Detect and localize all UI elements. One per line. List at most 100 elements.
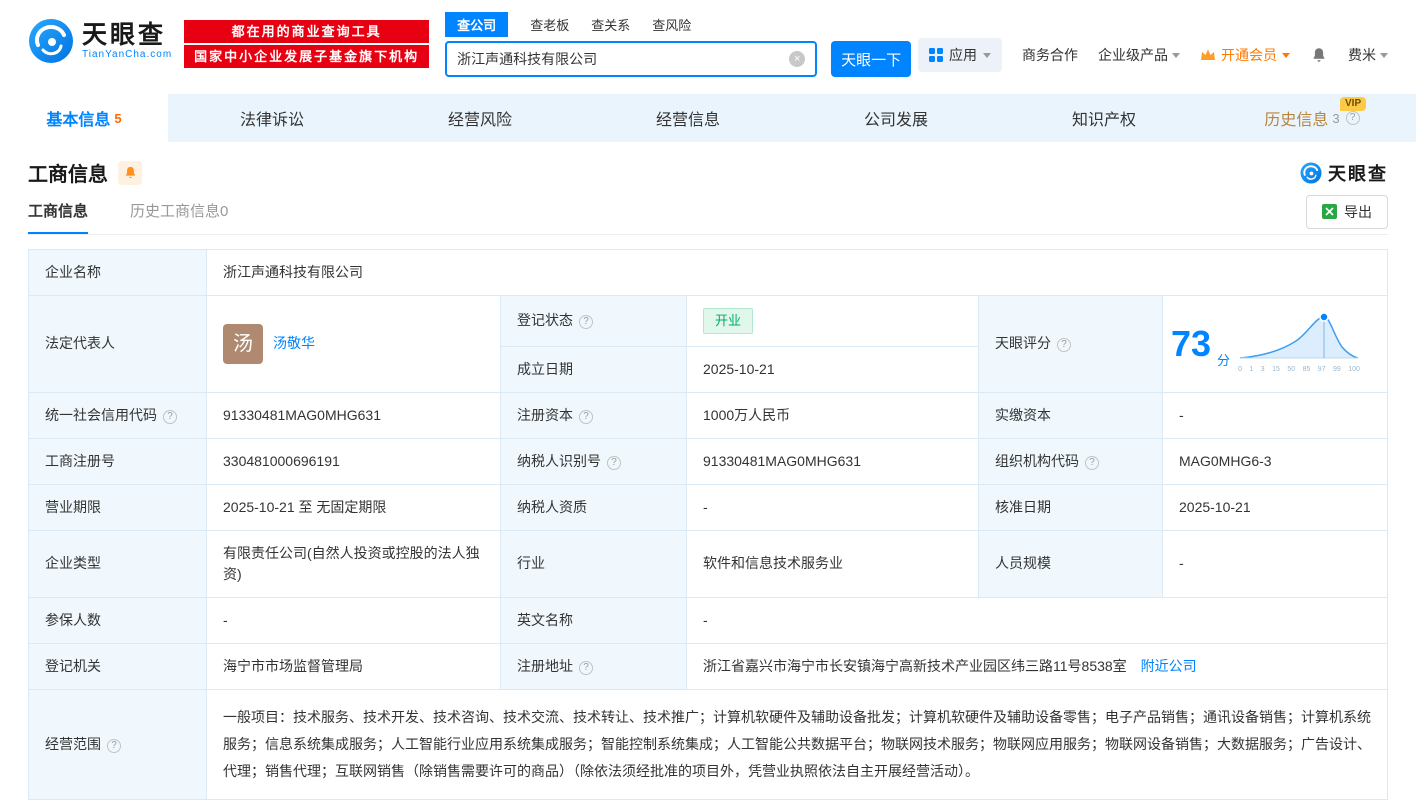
- insured-count-value: -: [207, 597, 501, 643]
- company-type-value: 有限责任公司(自然人投资或控股的法人独资): [207, 530, 501, 597]
- table-row: 企业类型 有限责任公司(自然人投资或控股的法人独资) 行业 软件和信息技术服务业…: [29, 530, 1388, 597]
- status-badge: 开业: [703, 308, 753, 334]
- export-button[interactable]: 导出: [1306, 195, 1388, 229]
- tab-intellectual-property-label: 知识产权: [1072, 106, 1136, 130]
- brand-name: 天眼查: [82, 22, 172, 49]
- search-tab-company[interactable]: 查公司: [445, 12, 508, 37]
- help-icon[interactable]: ?: [579, 661, 593, 675]
- open-vip-menu[interactable]: 开通会员: [1200, 45, 1290, 65]
- notifications-button[interactable]: [1310, 46, 1328, 64]
- table-row: 工商注册号 330481000696191 纳税人识别号? 91330481MA…: [29, 438, 1388, 484]
- tianyancha-logo[interactable]: 天眼查 TianYanCha.com: [28, 18, 172, 64]
- tab-business-info[interactable]: 经营信息: [584, 94, 792, 142]
- watermark-logo: 天眼查: [1300, 160, 1388, 186]
- business-term-label: 营业期限: [29, 484, 207, 530]
- tab-basic-info[interactable]: 基本信息 5: [0, 94, 168, 142]
- search-input-wrap: ×: [445, 41, 817, 77]
- watermark-logo-text: 天眼查: [1328, 160, 1388, 186]
- org-code-value: MAG0MHG6-3: [1163, 438, 1388, 484]
- approval-date-value: 2025-10-21: [1163, 484, 1388, 530]
- registry-value: 海宁市市场监督管理局: [207, 643, 501, 689]
- tab-legal-litigation[interactable]: 法律诉讼: [168, 94, 376, 142]
- score-chart-axis: 01 315 5085 9799 100: [1238, 365, 1360, 376]
- search-tab-relation[interactable]: 查关系: [591, 15, 630, 34]
- apps-menu[interactable]: 应用: [918, 38, 1002, 72]
- help-icon[interactable]: ?: [1085, 456, 1099, 470]
- apps-grid-icon: [929, 48, 943, 62]
- monitor-bell-button[interactable]: [118, 161, 142, 185]
- reg-number-value: 330481000696191: [207, 438, 501, 484]
- business-cooperation-link[interactable]: 商务合作: [1022, 45, 1078, 65]
- tab-history-info-label: 历史信息: [1264, 106, 1328, 130]
- search-input[interactable]: [457, 51, 789, 67]
- section-title: 工商信息: [28, 158, 108, 187]
- search-tab-risk[interactable]: 查风险: [652, 15, 691, 34]
- staff-size-label: 人员规模: [979, 530, 1163, 597]
- credit-code-value: 91330481MAG0MHG631: [207, 392, 501, 438]
- table-row: 登记机关 海宁市市场监督管理局 注册地址? 浙江省嘉兴市海宁市长安镇海宁高新技术…: [29, 643, 1388, 689]
- enterprise-products-label: 企业级产品: [1098, 45, 1168, 65]
- reg-capital-value: 1000万人民币: [687, 392, 979, 438]
- help-icon[interactable]: ?: [163, 410, 177, 424]
- paid-capital-label: 实缴资本: [979, 392, 1163, 438]
- chevron-down-icon: [1282, 53, 1290, 62]
- registry-label: 登记机关: [29, 643, 207, 689]
- enterprise-products-menu[interactable]: 企业级产品: [1098, 45, 1180, 65]
- promo-banner-line2: 国家中小企业发展子基金旗下机构: [184, 45, 429, 68]
- tab-company-development-label: 公司发展: [864, 106, 928, 130]
- tab-business-risk-label: 经营风险: [448, 106, 512, 130]
- username: 费米: [1348, 45, 1376, 65]
- help-icon[interactable]: ?: [607, 456, 621, 470]
- vip-badge: VIP: [1340, 97, 1366, 111]
- address-value: 浙江省嘉兴市海宁市长安镇海宁高新技术产业园区纬三路11号8538室 附近公司: [687, 643, 1388, 689]
- legal-rep-value: 汤 汤敬华: [207, 296, 501, 393]
- excel-icon: [1322, 204, 1337, 219]
- company-section-nav: 基本信息 5 法律诉讼 经营风险 经营信息 公司发展 知识产权 VIP 历史信息…: [0, 94, 1416, 142]
- tab-business-info-label: 经营信息: [656, 106, 720, 130]
- user-menu[interactable]: 费米: [1348, 45, 1388, 65]
- score-label: 天眼评分?: [979, 296, 1163, 393]
- industry-value: 软件和信息技术服务业: [687, 530, 979, 597]
- tab-business-risk[interactable]: 经营风险: [376, 94, 584, 142]
- export-button-label: 导出: [1344, 202, 1372, 222]
- score-distribution-chart: 01 315 5085 9799 100: [1238, 312, 1360, 376]
- apps-menu-label: 应用: [949, 45, 977, 65]
- table-row: 参保人数 - 英文名称 -: [29, 597, 1388, 643]
- promo-banner: 都在用的商业查询工具 国家中小企业发展子基金旗下机构: [184, 20, 429, 70]
- table-row: 统一社会信用代码? 91330481MAG0MHG631 注册资本? 1000万…: [29, 392, 1388, 438]
- tianyancha-logo-icon: [28, 18, 74, 64]
- help-icon[interactable]: ?: [1346, 111, 1360, 125]
- reg-status-label: 登记状态?: [501, 296, 687, 347]
- legal-rep-avatar[interactable]: 汤: [223, 324, 263, 364]
- english-name-value: -: [687, 597, 1388, 643]
- tab-company-development[interactable]: 公司发展: [792, 94, 1000, 142]
- main-content: 工商信息 天眼查 工商信息 历史工商信息0: [0, 158, 1416, 800]
- legal-rep-link[interactable]: 汤敬华: [273, 333, 315, 354]
- nearby-companies-link[interactable]: 附近公司: [1141, 658, 1197, 674]
- subtab-business-registration[interactable]: 工商信息: [28, 189, 88, 234]
- tab-history-info[interactable]: VIP 历史信息 3 ?: [1208, 94, 1416, 142]
- legal-rep-label: 法定代表人: [29, 296, 207, 393]
- tab-intellectual-property[interactable]: 知识产权: [1000, 94, 1208, 142]
- industry-label: 行业: [501, 530, 687, 597]
- score-value: 73 分 01 315: [1163, 296, 1388, 393]
- bell-icon: [1310, 46, 1328, 64]
- search-type-tabs: 查公司 查老板 查关系 查风险: [445, 12, 911, 36]
- help-icon[interactable]: ?: [107, 739, 121, 753]
- help-icon[interactable]: ?: [1057, 338, 1071, 352]
- reg-capital-label: 注册资本?: [501, 392, 687, 438]
- insured-count-label: 参保人数: [29, 597, 207, 643]
- help-icon[interactable]: ?: [579, 315, 593, 329]
- chevron-down-icon: [1380, 53, 1388, 62]
- chevron-down-icon: [983, 53, 991, 62]
- table-row: 企业名称 浙江声通科技有限公司: [29, 250, 1388, 296]
- search-tab-boss[interactable]: 查老板: [530, 15, 569, 34]
- paid-capital-value: -: [1163, 392, 1388, 438]
- business-scope-label: 经营范围?: [29, 689, 207, 800]
- brand-domain: TianYanCha.com: [82, 49, 172, 60]
- subtab-history-registration[interactable]: 历史工商信息0: [130, 189, 228, 234]
- taxpayer-qualification-label: 纳税人资质: [501, 484, 687, 530]
- search-button[interactable]: 天眼一下: [831, 41, 911, 77]
- clear-search-icon[interactable]: ×: [789, 51, 805, 67]
- help-icon[interactable]: ?: [579, 410, 593, 424]
